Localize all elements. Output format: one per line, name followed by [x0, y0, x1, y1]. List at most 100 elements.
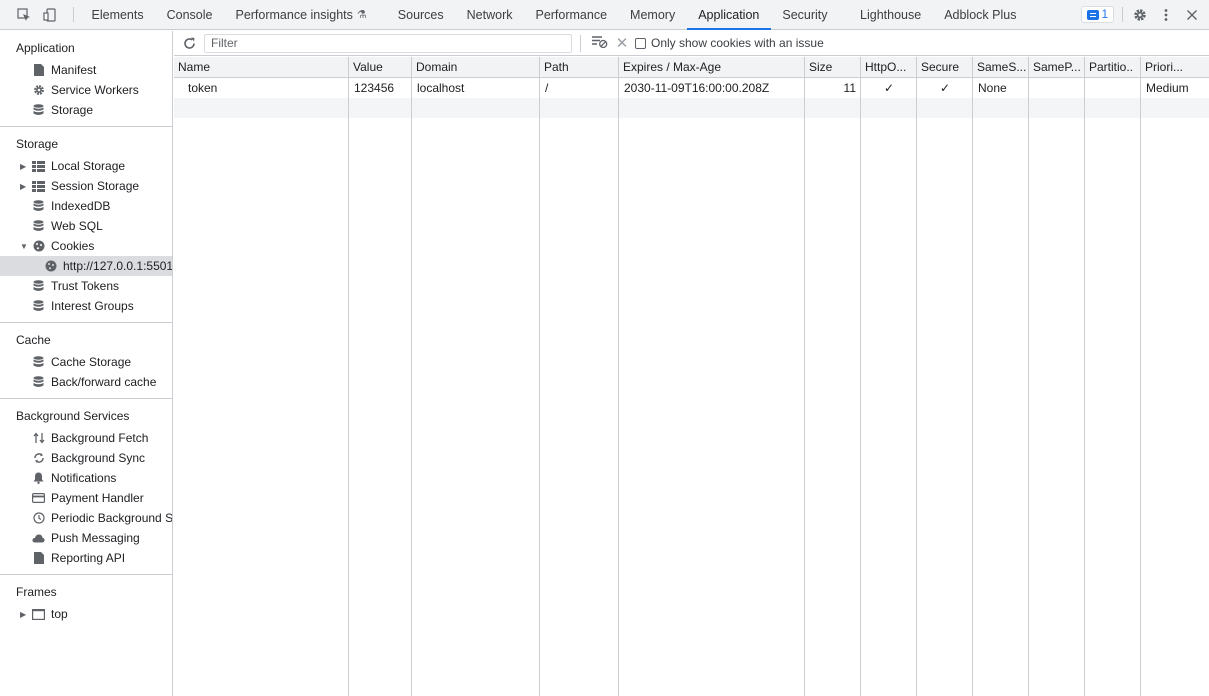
column-header-path[interactable]: Path	[540, 57, 619, 78]
close-icon[interactable]	[1179, 0, 1205, 29]
gear-icon	[32, 84, 45, 97]
clock-icon	[32, 512, 45, 525]
tab-security[interactable]: Security	[771, 0, 849, 29]
column-header-partition[interactable]: Partitio..	[1085, 57, 1141, 78]
issues-counter-button[interactable]: 1	[1080, 6, 1114, 23]
refresh-icon[interactable]	[174, 37, 204, 50]
sidebar-section-storage: Storage ▶ Local Storage ▶ Session Storag…	[0, 127, 172, 323]
column-header-httponly[interactable]: HttpO...	[861, 57, 917, 78]
sidebar-item-session-storage[interactable]: ▶ Session Storage	[0, 176, 172, 196]
checkbox-box[interactable]	[635, 37, 646, 49]
tab-performance[interactable]: Performance	[524, 0, 619, 29]
sidebar-item-label: Back/forward cache	[51, 375, 157, 389]
sidebar-section-frames: Frames ▶ top	[0, 575, 172, 630]
column-header-value[interactable]: Value	[349, 57, 412, 78]
sidebar-item-manifest[interactable]: Manifest	[0, 60, 172, 80]
tab-sources[interactable]: Sources	[386, 0, 455, 29]
section-title: Background Services	[16, 409, 130, 423]
sidebar-item-web-sql[interactable]: Web SQL	[0, 216, 172, 236]
section-title: Application	[16, 41, 75, 55]
tab-adblock-plus[interactable]: Adblock Plus	[933, 0, 1028, 29]
sidebar-item-cookie-origin[interactable]: http://127.0.0.1:5501	[0, 256, 172, 276]
sidebar-item-push-messaging[interactable]: Push Messaging	[0, 528, 172, 548]
column-header-expires[interactable]: Expires / Max-Age	[619, 57, 805, 78]
device-toolbar-icon[interactable]	[37, 0, 63, 29]
sidebar-item-label: http://127.0.0.1:5501	[63, 259, 173, 273]
column-divider	[972, 78, 973, 696]
cloud-icon	[32, 532, 45, 545]
database-icon	[32, 356, 45, 369]
table-row[interactable]: token 123456 localhost / 2030-11-09T16:0…	[174, 78, 1209, 98]
column-header-name[interactable]: Name	[174, 57, 349, 78]
tab-label: Performance insights	[235, 7, 353, 22]
expand-arrow-icon[interactable]: ▶	[20, 610, 32, 619]
column-header-secure[interactable]: Secure	[917, 57, 973, 78]
sidebar-item-local-storage[interactable]: ▶ Local Storage	[0, 156, 172, 176]
expand-arrow-icon[interactable]: ▶	[20, 162, 32, 171]
sidebar-item-label: Periodic Background Sync	[51, 511, 173, 525]
only-issues-checkbox[interactable]: Only show cookies with an issue	[635, 36, 824, 50]
cell-secure: ✓	[939, 81, 951, 95]
cell-sameparty	[1029, 78, 1085, 98]
sidebar-item-reporting-api[interactable]: Reporting API	[0, 548, 172, 568]
column-divider	[618, 78, 619, 696]
sidebar-item-cookies[interactable]: ▼ Cookies	[0, 236, 172, 256]
cell-value: 123456	[354, 81, 395, 95]
sidebar-item-label: Session Storage	[51, 179, 140, 193]
checkbox-label: Only show cookies with an issue	[651, 36, 824, 50]
sidebar-item-label: Payment Handler	[51, 491, 144, 505]
sidebar-item-frame-top[interactable]: ▶ top	[0, 604, 172, 624]
cell-priority: Medium	[1146, 81, 1189, 95]
section-title: Storage	[16, 137, 59, 151]
bell-icon	[32, 472, 45, 485]
sidebar-item-label: Notifications	[51, 471, 117, 485]
tab-lighthouse[interactable]: Lighthouse	[849, 0, 933, 29]
collapse-arrow-icon[interactable]: ▼	[20, 242, 32, 251]
sidebar-item-trust-tokens[interactable]: Trust Tokens	[0, 276, 172, 296]
database-icon	[32, 300, 45, 313]
sidebar-item-background-sync[interactable]: Background Sync	[0, 448, 172, 468]
sidebar-item-label: Reporting API	[51, 551, 126, 565]
sidebar-item-background-fetch[interactable]: Background Fetch	[0, 428, 172, 448]
sidebar-item-service-workers[interactable]: Service Workers	[0, 80, 172, 100]
inspect-element-icon[interactable]	[11, 0, 37, 29]
devtools-tab-bar: Elements Console Performance insights ⚗ …	[0, 0, 1209, 30]
sidebar-item-periodic-background-sync[interactable]: Periodic Background Sync	[0, 508, 172, 528]
tab-elements[interactable]: Elements	[80, 0, 155, 29]
sidebar-item-label: Cache Storage	[51, 355, 132, 369]
cell-path: /	[545, 81, 549, 95]
gear-icon[interactable]	[1127, 0, 1153, 29]
table-grid-icon	[32, 160, 45, 173]
sidebar-item-payment-handler[interactable]: Payment Handler	[0, 488, 172, 508]
sidebar-item-interest-groups[interactable]: Interest Groups	[0, 296, 172, 316]
tab-application[interactable]: Application	[686, 0, 772, 30]
sidebar-section-cache: Cache Cache Storage Back/forward cache	[0, 323, 172, 399]
expand-arrow-icon[interactable]: ▶	[20, 182, 32, 191]
column-header-samesite[interactable]: SameS...	[973, 57, 1029, 78]
section-title: Cache	[16, 333, 51, 347]
sidebar-item-cache-storage[interactable]: Cache Storage	[0, 352, 172, 372]
tab-console[interactable]: Console	[155, 0, 224, 29]
tab-performance-insights[interactable]: Performance insights ⚗	[224, 0, 378, 29]
filter-input[interactable]	[204, 33, 572, 53]
sidebar-item-storage[interactable]: Storage	[0, 100, 172, 120]
sidebar-item-label: Storage	[51, 103, 94, 117]
column-header-priority[interactable]: Priori...	[1141, 57, 1209, 78]
cookies-table: Name Value Domain Path Expires / Max-Age…	[174, 57, 1209, 696]
issues-count: 1	[1101, 8, 1108, 21]
sidebar-item-notifications[interactable]: Notifications	[0, 468, 172, 488]
credit-card-icon	[32, 492, 45, 505]
column-header-sameparty[interactable]: SameP...	[1029, 57, 1085, 78]
tab-memory[interactable]: Memory	[619, 0, 687, 29]
more-options-icon[interactable]	[1153, 0, 1179, 29]
application-sidebar: Application Manifest Service Workers Sto…	[0, 31, 173, 696]
clear-filtered-cookies-icon[interactable]	[589, 35, 609, 51]
column-header-size[interactable]: Size	[805, 57, 861, 78]
sidebar-item-back-forward-cache[interactable]: Back/forward cache	[0, 372, 172, 392]
sidebar-item-indexeddb[interactable]: IndexedDB	[0, 196, 172, 216]
issues-icon	[1086, 9, 1099, 20]
clear-all-icon[interactable]: ✕	[609, 34, 635, 52]
tab-network[interactable]: Network	[455, 0, 524, 29]
column-header-domain[interactable]: Domain	[412, 57, 540, 78]
column-divider	[804, 78, 805, 696]
